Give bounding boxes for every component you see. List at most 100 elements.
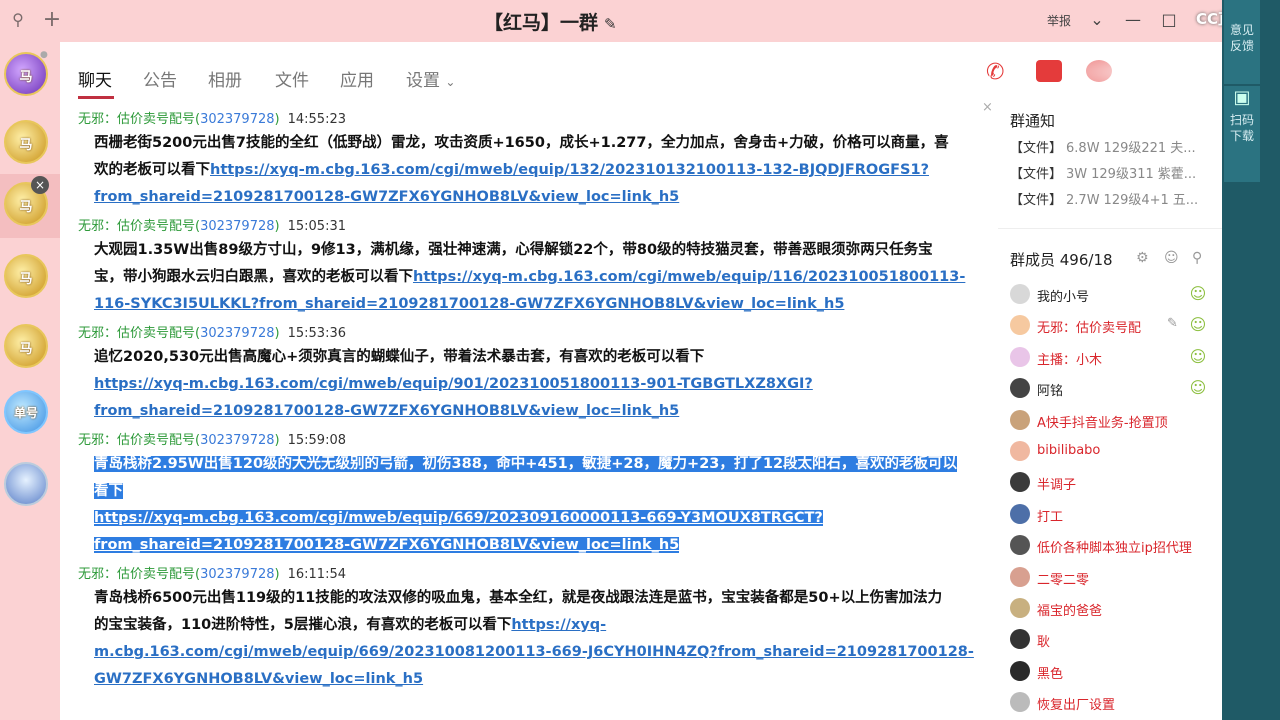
members-title: 群成员 496/18 — [1010, 251, 1113, 269]
message-header: 无邪：估价卖号配号(302379728) 15:59:08 — [78, 433, 346, 448]
phone-icon[interactable]: ✆ — [986, 60, 1004, 85]
search-icon[interactable]: ⚲ — [1192, 250, 1202, 266]
message-link[interactable]: https://xyq-m.cbg.163.com/cgi/mweb/equip… — [94, 376, 813, 392]
message-body-selected[interactable]: 青岛栈桥2.95W出售120级的大光无级别的弓箭，初伤388，命中+451，敏捷… — [94, 451, 974, 559]
member-avatar — [1010, 409, 1030, 430]
group-avatar-item[interactable]: 马 — [0, 246, 60, 310]
message-link[interactable]: https://xyq-m.cbg.163.com/cgi/mweb/equip… — [94, 510, 823, 526]
group-avatar-item[interactable]: 马 × — [0, 174, 60, 238]
message-link[interactable]: from_shareid=2109281700128-GW7ZFX6YGNHOB… — [94, 537, 679, 553]
tab-files[interactable]: 文件 — [275, 66, 309, 91]
edit-icon[interactable]: ✎ — [1167, 316, 1178, 331]
message-line: 的宝宝装备，110进阶特性，5层摧心浪，有喜欢的老板可以看下https://xy… — [94, 617, 607, 633]
member-item[interactable]: 黑色 — [1010, 660, 1214, 684]
message-line: 青岛栈桥6500元出售119级的11技能的攻法双修的吸血鬼，基本全红，就是夜战跟… — [94, 590, 943, 606]
message-link[interactable]: m.cbg.163.com/cgi/mweb/equip/669/2023100… — [94, 644, 974, 660]
member-item[interactable]: 主播：小木 ☺ — [1010, 346, 1214, 370]
chevron-down-icon: ⌄ — [445, 75, 456, 89]
feedback-button[interactable]: 意见反馈 — [1224, 0, 1260, 84]
tab-chat[interactable]: 聊天 — [78, 66, 112, 91]
message-time: 15:53:36 — [287, 326, 346, 341]
message-link[interactable]: from_shareid=2109281700128-GW7ZFX6YGNHOB… — [94, 403, 679, 419]
message-link[interactable]: https://xyq-m.cbg.163.com/cgi/mweb/equip… — [210, 162, 929, 178]
member-item[interactable]: 半调子 — [1010, 471, 1214, 495]
message-line: 宝，带小狗跟水云归白跟黑，喜欢的老板可以看下https://xyq-m.cbg.… — [94, 269, 966, 285]
member-item[interactable]: 福宝的爸爸 — [1010, 597, 1214, 621]
scan-download-button[interactable]: ▣ 扫码下载 — [1224, 86, 1260, 182]
sender-qq-link[interactable]: 302379728 — [200, 326, 274, 341]
member-item[interactable]: 打工 — [1010, 503, 1214, 527]
member-item[interactable]: 恢复出厂设置 — [1010, 691, 1214, 715]
message-line: GW7ZFX6YGNHOB8LV&view_loc=link_h5 — [94, 666, 974, 693]
message-link[interactable]: https://xyq-m.cbg.163.com/cgi/mweb/equip… — [413, 269, 965, 285]
member-item[interactable]: 我的小号 ☺ — [1010, 283, 1214, 307]
sender-qq-link[interactable]: 302379728 — [200, 219, 274, 234]
tab-settings[interactable]: 设置 ⌄ — [406, 66, 455, 91]
member-item[interactable]: bibilibabo — [1010, 440, 1214, 464]
message-link[interactable]: GW7ZFX6YGNHOB8LV&view_loc=link_h5 — [94, 671, 423, 687]
group-avatar: 马 — [4, 324, 48, 368]
member-avatar — [1010, 660, 1030, 681]
sender-qq-link[interactable]: 302379728 — [200, 567, 274, 582]
sender-qq-link[interactable]: 302379728 — [200, 433, 274, 448]
minimize-button[interactable]: — — [1122, 10, 1144, 30]
message-time: 14:55:23 — [287, 112, 346, 127]
notice-title: 群通知 — [1010, 112, 1056, 130]
message-header: 无邪：估价卖号配号(302379728) 14:55:23 — [78, 112, 346, 127]
notice-file-row[interactable]: 【文件】 3W 129级311 紫藿... — [1010, 163, 1214, 182]
tab-apps[interactable]: 应用 — [340, 66, 374, 91]
notice-file-row[interactable]: 【文件】 2.7W 129级4+1 五... — [1010, 189, 1214, 208]
message-link[interactable]: from_shareid=2109281700128-GW7ZFX6YGNHOB… — [94, 189, 679, 205]
member-avatar — [1010, 346, 1030, 367]
group-avatar — [4, 462, 48, 506]
search-icon[interactable]: ⚲ — [8, 10, 28, 30]
member-item[interactable]: 阿铭 ☺ — [1010, 377, 1214, 401]
member-avatar — [1010, 535, 1030, 556]
member-avatar — [1010, 598, 1030, 618]
group-avatar-item[interactable]: 马 — [0, 316, 60, 380]
member-filter-icon[interactable]: ⚙ — [1136, 250, 1149, 266]
group-avatar-item[interactable]: 马 — [0, 112, 60, 176]
tab-bar: 聊天 公告 相册 文件 应用 设置 ⌄ — [60, 42, 1000, 102]
group-avatar: 马 — [4, 254, 48, 298]
message-line: 西栅老街5200元出售7技能的全红（低野战）雷龙，攻击资质+1650，成长+1.… — [94, 135, 949, 151]
group-avatar-item[interactable] — [0, 454, 60, 518]
active-tab-indicator — [78, 96, 114, 99]
title-bar: ⚲ + 【红马】一群✎ 举报 ⌄ — □ CC直播 — [0, 0, 1280, 42]
message-time: 16:11:54 — [287, 567, 346, 582]
edit-title-icon[interactable]: ✎ — [604, 15, 617, 33]
add-icon[interactable]: + — [42, 9, 62, 31]
report-button[interactable]: 举报 — [1047, 12, 1071, 29]
tab-announcement[interactable]: 公告 — [143, 66, 177, 91]
member-item[interactable]: A快手抖音业务-抢置顶 — [1010, 409, 1214, 433]
member-item[interactable]: 二零二零 — [1010, 566, 1214, 590]
group-avatar-item[interactable]: 单号 — [0, 382, 60, 446]
chevron-down-icon[interactable]: ⌄ — [1086, 10, 1108, 30]
maximize-button[interactable]: □ — [1158, 10, 1180, 30]
member-item[interactable]: 低价各种脚本独立ip招代理 — [1010, 534, 1214, 558]
tab-album[interactable]: 相册 — [208, 66, 242, 91]
member-avatar — [1010, 315, 1030, 336]
add-member-icon[interactable]: ☺ — [1164, 250, 1179, 266]
message-line: m.cbg.163.com/cgi/mweb/equip/669/2023100… — [94, 639, 974, 666]
close-icon[interactable]: × — [31, 176, 49, 194]
group-avatar-item[interactable]: 马 ● — [0, 44, 60, 108]
message-line: 看下 — [94, 483, 123, 499]
group-info-panel: 群通知 【文件】 6.8W 129级221 夫... 【文件】 3W 129级311 紫藿.… — [998, 100, 1222, 720]
member-name: 阿铭 — [1037, 384, 1064, 400]
pin-icon[interactable]: ● — [40, 50, 50, 60]
member-item[interactable]: 无邪：估价卖号配 ✎ ☺ — [1010, 314, 1214, 338]
video-call-icon[interactable] — [1036, 60, 1062, 82]
member-avatar — [1010, 503, 1030, 524]
notice-file-row[interactable]: 【文件】 6.8W 129级221 夫... — [1010, 137, 1214, 156]
member-name: 主播：小木 — [1037, 352, 1103, 368]
admin-icon: ☺ — [1189, 315, 1207, 335]
sender-qq-link[interactable]: 302379728 — [200, 112, 274, 127]
message-time: 15:59:08 — [287, 433, 346, 448]
message-link[interactable]: 116-SYKC3I5ULKKL?from_shareid=2109281700… — [94, 296, 844, 312]
message-link[interactable]: https://xyq- — [511, 617, 606, 633]
member-item[interactable]: 耿 — [1010, 628, 1214, 652]
member-name: 无邪：估价卖号配 — [1037, 321, 1142, 337]
message-body: 大观园1.35W出售89级方寸山，9修13，满机缘，强壮神速满，心得解锁22个，… — [94, 237, 974, 318]
message-line: from_shareid=2109281700128-GW7ZFX6YGNHOB… — [94, 398, 974, 425]
